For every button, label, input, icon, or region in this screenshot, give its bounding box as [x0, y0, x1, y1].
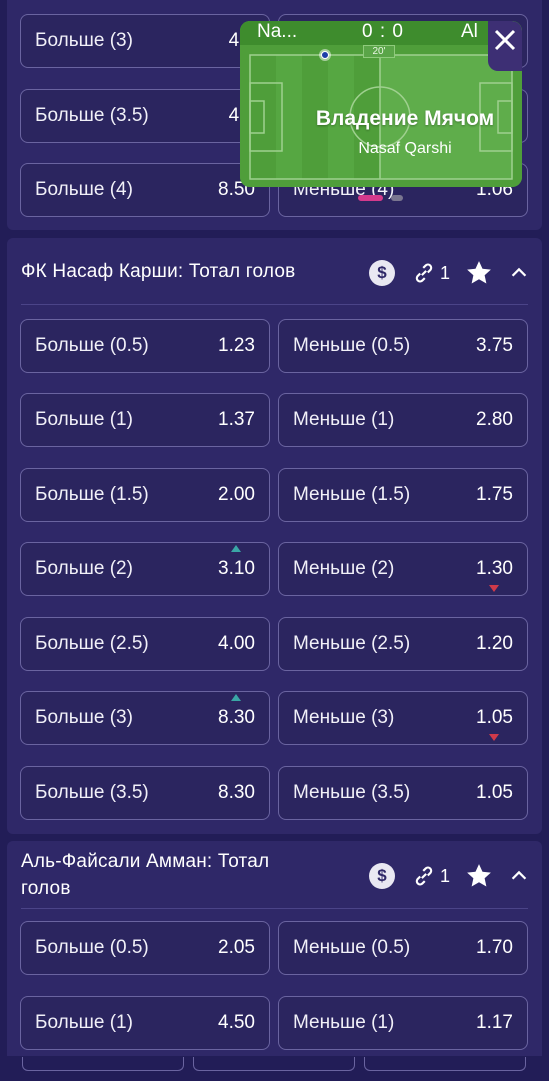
- dollar-icon[interactable]: $: [368, 863, 395, 889]
- outcome-label: Больше (3.5): [35, 782, 149, 803]
- scoreboard-bar: Na... 0 : 0 Al: [240, 21, 522, 45]
- close-icon: [494, 29, 516, 51]
- outcome-label: Меньше (0.5): [293, 335, 411, 356]
- odds-up-icon: [231, 694, 241, 701]
- outcome-label: Меньше (1): [293, 1012, 395, 1033]
- odds-button-under-2[interactable]: Меньше (2) 1.30: [278, 542, 528, 596]
- market-section-home-total: ФК Насаф Карши: Тотал голов $ 1 Больше (…: [7, 238, 542, 834]
- odds-button-over-3[interactable]: Больше (3) 8.30: [20, 691, 270, 745]
- section-title: Аль-Файсали Амман: Тотал голов: [21, 848, 269, 902]
- odds-button-under-2-5[interactable]: Меньше (2.5) 1.20: [278, 617, 528, 671]
- odds-value: 1.05: [476, 782, 513, 803]
- odds-button-over-2-5[interactable]: Больше (2.5) 4.00: [20, 617, 270, 671]
- odds-button-over-1-5[interactable]: Больше (1.5) 2.00: [20, 468, 270, 522]
- star-icon[interactable]: [464, 258, 494, 288]
- odds-value: 1.30: [476, 558, 513, 579]
- odds-down-icon: [489, 734, 499, 741]
- carousel-dot: [391, 195, 403, 201]
- match-score: 0 : 0: [362, 21, 404, 42]
- link-count: 1: [439, 262, 450, 283]
- chevron-up-icon[interactable]: [508, 262, 530, 284]
- odds-value: 1.70: [476, 937, 513, 958]
- outcome-label: Больше (1.5): [35, 484, 149, 505]
- odds-value: 2.80: [476, 409, 513, 430]
- outcome-label: Меньше (1): [293, 409, 395, 430]
- outcome-label: Больше (3.5): [35, 105, 149, 126]
- section-title-line1: Аль-Файсали Амман: Тотал: [21, 851, 270, 872]
- widget-close-button[interactable]: [488, 21, 522, 71]
- section-header[interactable]: Аль-Файсали Амман: Тотал голов $ 1: [7, 841, 542, 908]
- outcome-label: Меньше (3): [293, 707, 395, 728]
- odds-value: 3.75: [476, 335, 513, 356]
- outcome-label: Больше (4): [35, 179, 133, 200]
- odds-value: 1.37: [218, 409, 255, 430]
- star-icon[interactable]: [464, 861, 494, 891]
- odds-button-under-3-5[interactable]: Меньше (3.5) 1.05: [278, 766, 528, 820]
- section-divider: [21, 908, 528, 909]
- odds-button-over-3-5[interactable]: Больше (3.5) 4.9: [20, 89, 270, 143]
- odds-value: 2.05: [218, 937, 255, 958]
- bottom-nav-tab[interactable]: [193, 1057, 355, 1071]
- odds-value: 3.10: [218, 558, 255, 579]
- odds-value: 1.23: [218, 335, 255, 356]
- bottom-nav-tab[interactable]: [364, 1057, 526, 1071]
- outcome-label: Больше (0.5): [35, 335, 149, 356]
- section-title-line2: голов: [21, 878, 71, 899]
- odds-value: 1.05: [476, 707, 513, 728]
- carousel-dot-active: [358, 195, 383, 201]
- outcome-label: Больше (2): [35, 558, 133, 579]
- odds-value: 1.75: [476, 484, 513, 505]
- outcome-label: Больше (1): [35, 1012, 133, 1033]
- odds-up-icon: [231, 545, 241, 552]
- outcome-label: Меньше (3.5): [293, 782, 411, 803]
- link-count: 1: [439, 865, 450, 886]
- odds-button-under-0-5[interactable]: Меньше (0.5) 1.70: [278, 921, 528, 975]
- odds-value: 1.20: [476, 633, 513, 654]
- odds-button-over-4[interactable]: Больше (4) 8.50: [20, 163, 270, 217]
- odds-value: 4.00: [218, 633, 255, 654]
- odds-button-under-3[interactable]: Меньше (3) 1.05: [278, 691, 528, 745]
- bottom-nav-tab[interactable]: [22, 1057, 184, 1071]
- odds-value: 8.30: [218, 782, 255, 803]
- odds-value: 2.00: [218, 484, 255, 505]
- match-tracker-widget[interactable]: Na... 0 : 0 Al 20' Владение Мячом Nasaf …: [240, 21, 522, 187]
- outcome-label: Меньше (2.5): [293, 633, 411, 654]
- odds-button-under-0-5[interactable]: Меньше (0.5) 3.75: [278, 319, 528, 373]
- chevron-up-icon[interactable]: [508, 865, 530, 887]
- section-title: ФК Насаф Карши: Тотал голов: [21, 261, 296, 282]
- dollar-icon[interactable]: $: [368, 260, 395, 286]
- odds-button-over-3[interactable]: Больше (3) 4.0: [20, 14, 270, 68]
- outcome-label: Меньше (2): [293, 558, 395, 579]
- odds-button-under-1[interactable]: Меньше (1) 1.17: [278, 996, 528, 1050]
- odds-value: 8.30: [218, 707, 255, 728]
- odds-button-under-1[interactable]: Меньше (1) 2.80: [278, 393, 528, 447]
- odds-button-over-0-5[interactable]: Больше (0.5) 1.23: [20, 319, 270, 373]
- outcome-label: Больше (1): [35, 409, 133, 430]
- section-divider: [21, 304, 528, 305]
- away-team-name: Al: [461, 21, 478, 42]
- outcome-label: Меньше (0.5): [293, 937, 411, 958]
- odds-down-icon: [489, 585, 499, 592]
- widget-event-title: Владение Мячом: [315, 107, 495, 130]
- odds-value: 1.17: [476, 1012, 513, 1033]
- outcome-label: Больше (3): [35, 707, 133, 728]
- odds-button-over-3-5[interactable]: Больше (3.5) 8.30: [20, 766, 270, 820]
- match-time: 20': [363, 45, 395, 58]
- outcome-label: Больше (0.5): [35, 937, 149, 958]
- home-team-name: Na...: [257, 21, 298, 42]
- link-icon[interactable]: [411, 863, 437, 889]
- odds-button-over-2[interactable]: Больше (2) 3.10: [20, 542, 270, 596]
- market-section-away-total: Аль-Файсали Амман: Тотал голов $ 1 Больш…: [7, 841, 542, 1081]
- odds-button-over-1[interactable]: Больше (1) 1.37: [20, 393, 270, 447]
- odds-button-under-1-5[interactable]: Меньше (1.5) 1.75: [278, 468, 528, 522]
- outcome-label: Больше (2.5): [35, 633, 149, 654]
- odds-value: 4.50: [218, 1012, 255, 1033]
- outcome-label: Меньше (1.5): [293, 484, 411, 505]
- link-icon[interactable]: [411, 260, 437, 286]
- odds-button-over-0-5[interactable]: Больше (0.5) 2.05: [20, 921, 270, 975]
- odds-button-over-1[interactable]: Больше (1) 4.50: [20, 996, 270, 1050]
- section-header[interactable]: ФК Насаф Карши: Тотал голов $ 1: [7, 238, 542, 304]
- outcome-label: Больше (3): [35, 30, 133, 51]
- widget-event-team: Nasaf Qarshi: [358, 140, 452, 157]
